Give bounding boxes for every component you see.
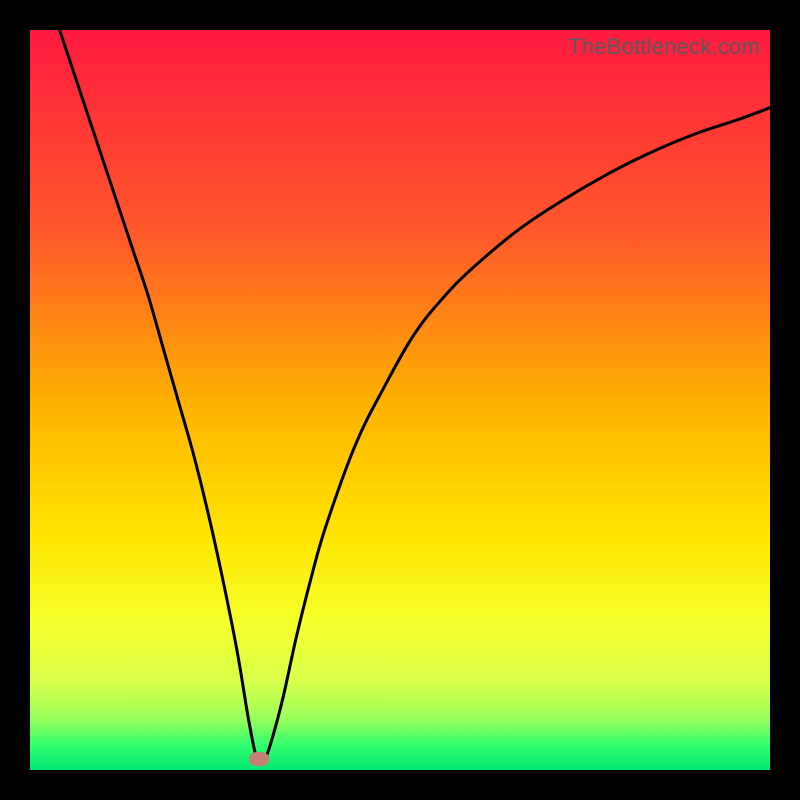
chart-frame: TheBottleneck.com <box>0 0 800 800</box>
curve-svg <box>30 30 770 770</box>
plot-area: TheBottleneck.com <box>30 30 770 770</box>
optimum-marker <box>249 752 269 766</box>
bottleneck-curve-path <box>60 30 770 764</box>
